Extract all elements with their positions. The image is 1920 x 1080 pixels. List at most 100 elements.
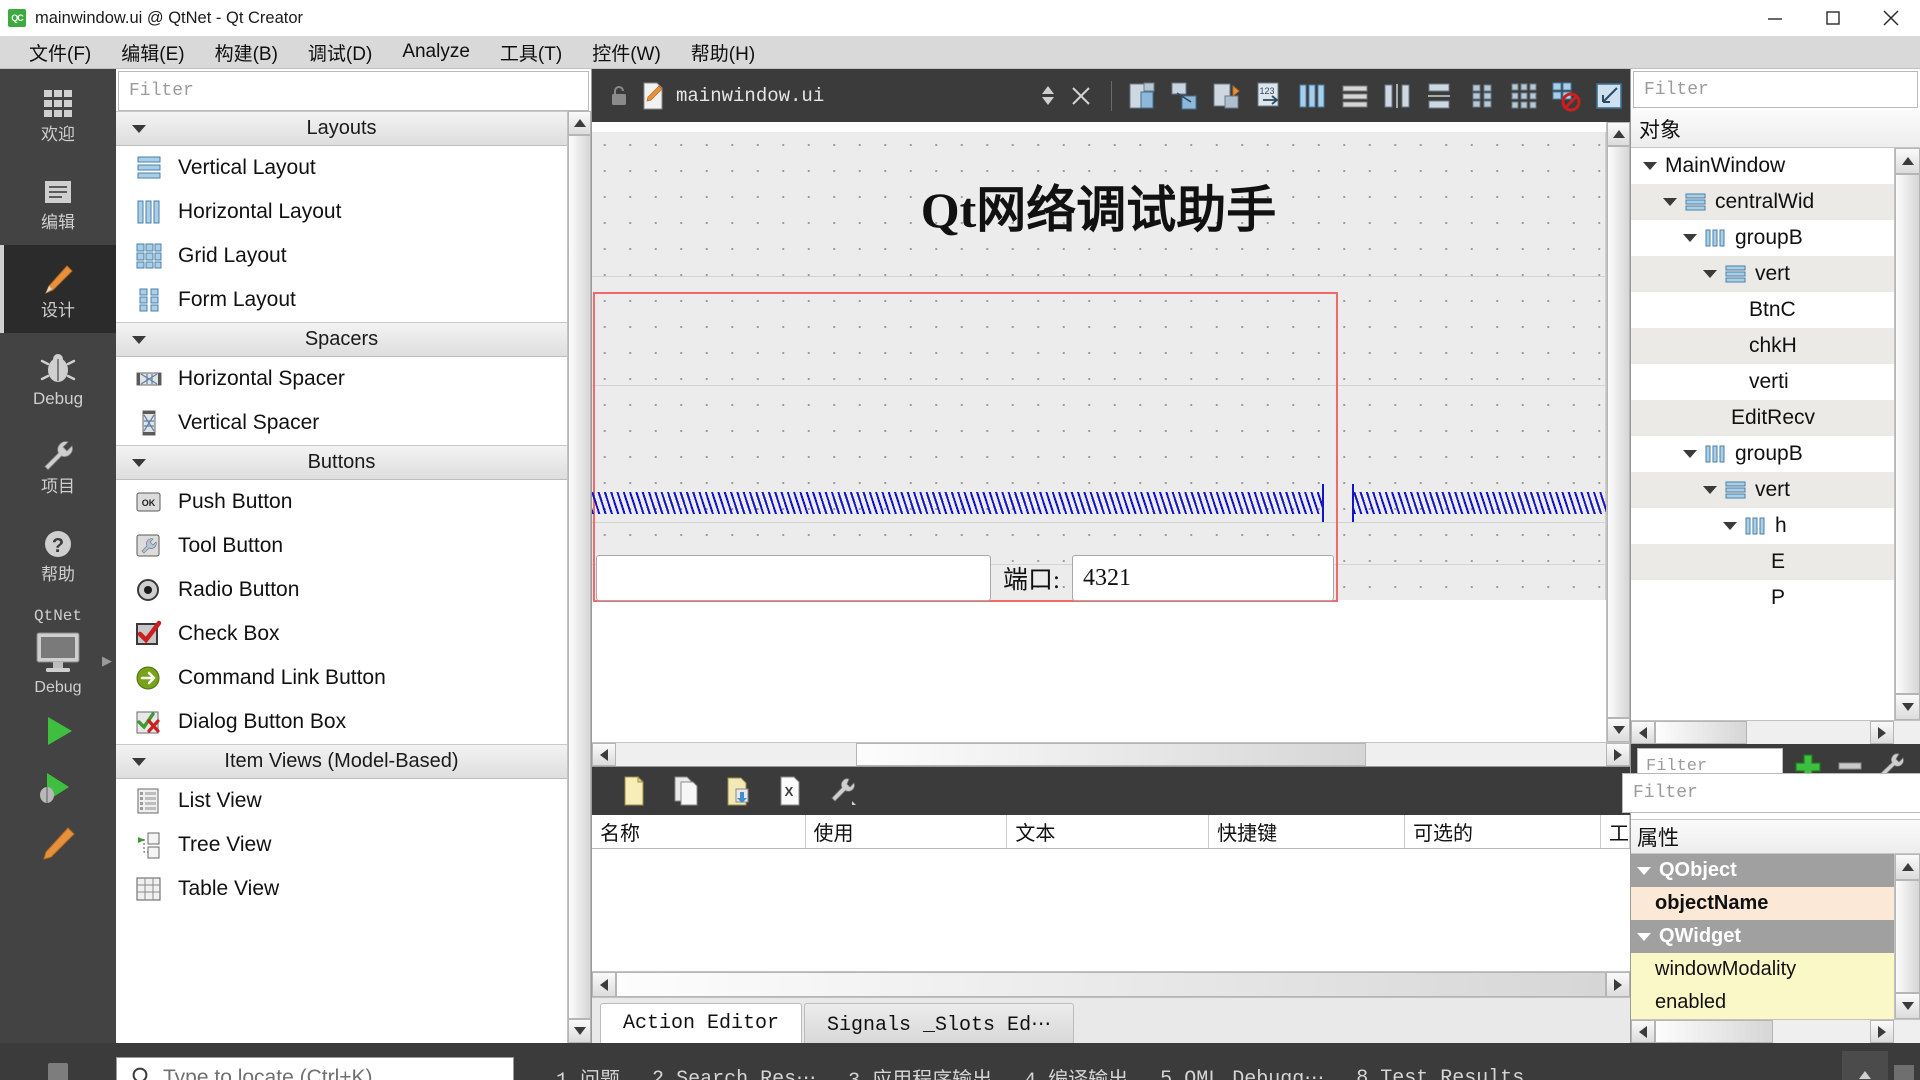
chevron-down-icon[interactable] (1723, 522, 1737, 530)
widget-item-horizontal-layout[interactable]: Horizontal Layout (116, 190, 567, 234)
port-input[interactable]: 4321 (1072, 555, 1334, 601)
sidebar-item-welcome[interactable]: 欢迎 (0, 69, 116, 157)
property-group-qobject[interactable]: QObject (1631, 854, 1894, 887)
output-panel-test-results[interactable]: 8 Test Results (1340, 1067, 1540, 1080)
output-panel-qml-debugging[interactable]: 5 QML Debugg⋯ (1144, 1065, 1340, 1080)
kit-selector[interactable]: ▶ Debug (0, 627, 116, 697)
chevron-down-icon[interactable] (1703, 486, 1717, 494)
tree-row-mainwindow[interactable]: MainWindow (1631, 148, 1894, 184)
scrollbar-thumb[interactable] (616, 972, 1606, 997)
close-document-button[interactable] (1060, 74, 1102, 118)
scroll-left-button[interactable] (592, 743, 616, 766)
property-scrollbar[interactable] (1894, 854, 1920, 1019)
chevron-down-icon[interactable] (1703, 270, 1717, 278)
scroll-right-button[interactable] (1606, 743, 1630, 766)
menu-edit[interactable]: 编辑(E) (106, 38, 199, 67)
maximize-button[interactable] (1804, 0, 1862, 36)
edit-widgets-button[interactable] (1121, 74, 1163, 118)
object-tree-scrollbar[interactable] (1894, 148, 1920, 720)
menu-build[interactable]: 构建(B) (200, 38, 293, 67)
scroll-right-button[interactable] (1606, 972, 1630, 997)
sidebar-item-projects[interactable]: 项目 (0, 421, 116, 509)
tree-row-centralwidget[interactable]: centralWid (1631, 184, 1894, 220)
canvas-horizontal-scrollbar[interactable] (592, 742, 1630, 766)
scrollbar-thumb[interactable] (1655, 721, 1747, 744)
scroll-right-button[interactable] (1870, 721, 1894, 744)
scroll-up-button[interactable] (1895, 148, 1920, 174)
tree-row-verticallayout-1[interactable]: vert (1631, 256, 1894, 292)
chevron-down-icon[interactable] (1683, 234, 1697, 242)
layout-splitter-vertical-button[interactable] (1418, 74, 1460, 118)
widget-item-grid-layout[interactable]: Grid Layout (116, 234, 567, 278)
scrollbar-thumb[interactable] (1655, 1020, 1773, 1043)
scroll-up-button[interactable] (568, 111, 591, 135)
resize-grip[interactable] (1894, 1065, 1914, 1080)
column-header-text[interactable]: 文本 (1007, 815, 1210, 848)
property-hscrollbar[interactable] (1631, 1019, 1920, 1043)
layout-in-form-button[interactable] (1461, 74, 1503, 118)
menu-analyze[interactable]: Analyze (387, 40, 485, 64)
build-button[interactable] (35, 823, 81, 863)
sidebar-item-help[interactable]: ? 帮助 (0, 509, 116, 597)
close-button[interactable] (1862, 0, 1920, 36)
sidebar-item-debug[interactable]: Debug (0, 333, 116, 421)
scrollbar-thumb[interactable] (856, 743, 1366, 766)
scrollbar-track[interactable] (1747, 721, 1870, 744)
menu-debug[interactable]: 调试(D) (293, 38, 387, 67)
layout-splitter-horizontal-button[interactable] (1376, 74, 1418, 118)
start-debugging-button[interactable] (35, 767, 81, 807)
run-button[interactable] (35, 711, 81, 751)
scrollbar-track[interactable] (1366, 743, 1606, 766)
scrollbar-thumb[interactable] (1895, 880, 1920, 993)
column-header-name[interactable]: 名称 (592, 815, 806, 848)
edit-tab-order-button[interactable]: 123 (1249, 74, 1291, 118)
scroll-right-button[interactable] (1870, 1020, 1894, 1043)
widget-box-scrollbar[interactable] (567, 111, 591, 1043)
widget-item-tool-button[interactable]: Tool Button (116, 524, 567, 568)
action-table-scrollbar[interactable] (592, 971, 1630, 997)
tree-row-btnc[interactable]: BtnC (1631, 292, 1894, 328)
menu-widgets[interactable]: 控件(W) (577, 38, 676, 67)
layout-vertically-button[interactable] (1333, 74, 1375, 118)
sidebar-item-edit[interactable]: 编辑 (0, 157, 116, 245)
object-filter-input[interactable]: Filter (1633, 71, 1918, 108)
widget-item-radio-button[interactable]: Radio Button (116, 568, 567, 612)
delete-action-button[interactable]: X (770, 771, 810, 811)
canvas-vertical-scrollbar[interactable] (1606, 122, 1630, 742)
chevron-down-icon[interactable] (1643, 162, 1657, 170)
widget-item-table-view[interactable]: Table View (116, 867, 567, 911)
widget-category-item-views[interactable]: Item Views (Model-Based) (116, 744, 567, 779)
configure-action-button[interactable] (822, 771, 862, 811)
locator-input[interactable]: Type to locate (Ctrl+K) (116, 1057, 514, 1080)
scroll-down-button[interactable] (1895, 694, 1920, 720)
tree-row-groupbox-2[interactable]: groupB (1631, 436, 1894, 472)
scrollbar-track[interactable] (1773, 1020, 1870, 1043)
column-header-checkable[interactable]: 可选的 (1405, 815, 1601, 848)
action-filter-input[interactable]: Filter (1622, 773, 1920, 813)
chevron-down-icon[interactable] (1637, 866, 1651, 875)
layout-in-grid-button[interactable] (1503, 74, 1545, 118)
scroll-down-button[interactable] (568, 1019, 591, 1043)
widget-box-filter-input[interactable]: Filter (118, 71, 589, 111)
sidebar-item-design[interactable]: 设计 (0, 245, 116, 333)
widget-category-layouts[interactable]: Layouts (116, 111, 567, 146)
widget-item-check-box[interactable]: Check Box (116, 612, 567, 656)
scroll-up-button[interactable] (1607, 122, 1630, 146)
widget-item-tree-view[interactable]: Tree View (116, 823, 567, 867)
tree-row-e[interactable]: E (1631, 544, 1894, 580)
output-panel-search-results[interactable]: 2 Search Res⋯ (636, 1065, 832, 1080)
scroll-left-button[interactable] (1631, 721, 1655, 744)
action-table-body[interactable] (592, 849, 1630, 971)
break-layout-button[interactable] (1545, 74, 1587, 118)
property-group-qwidget[interactable]: QWidget (1631, 920, 1894, 953)
receive-textedit-placeholder[interactable] (592, 492, 1324, 514)
column-header-used[interactable]: 使用 (806, 815, 1008, 848)
designed-form[interactable]: Qt网络调试助手 端口: 4321 (592, 132, 1606, 602)
chevron-down-icon[interactable] (1663, 198, 1677, 206)
scroll-down-button[interactable] (1895, 993, 1920, 1019)
lock-icon[interactable] (608, 83, 630, 109)
chevron-down-icon[interactable] (1683, 450, 1697, 458)
output-panel-issues[interactable]: 1 问题 (540, 1063, 636, 1080)
send-textedit-placeholder[interactable] (1354, 492, 1606, 514)
widget-item-form-layout[interactable]: Form Layout (116, 278, 567, 322)
